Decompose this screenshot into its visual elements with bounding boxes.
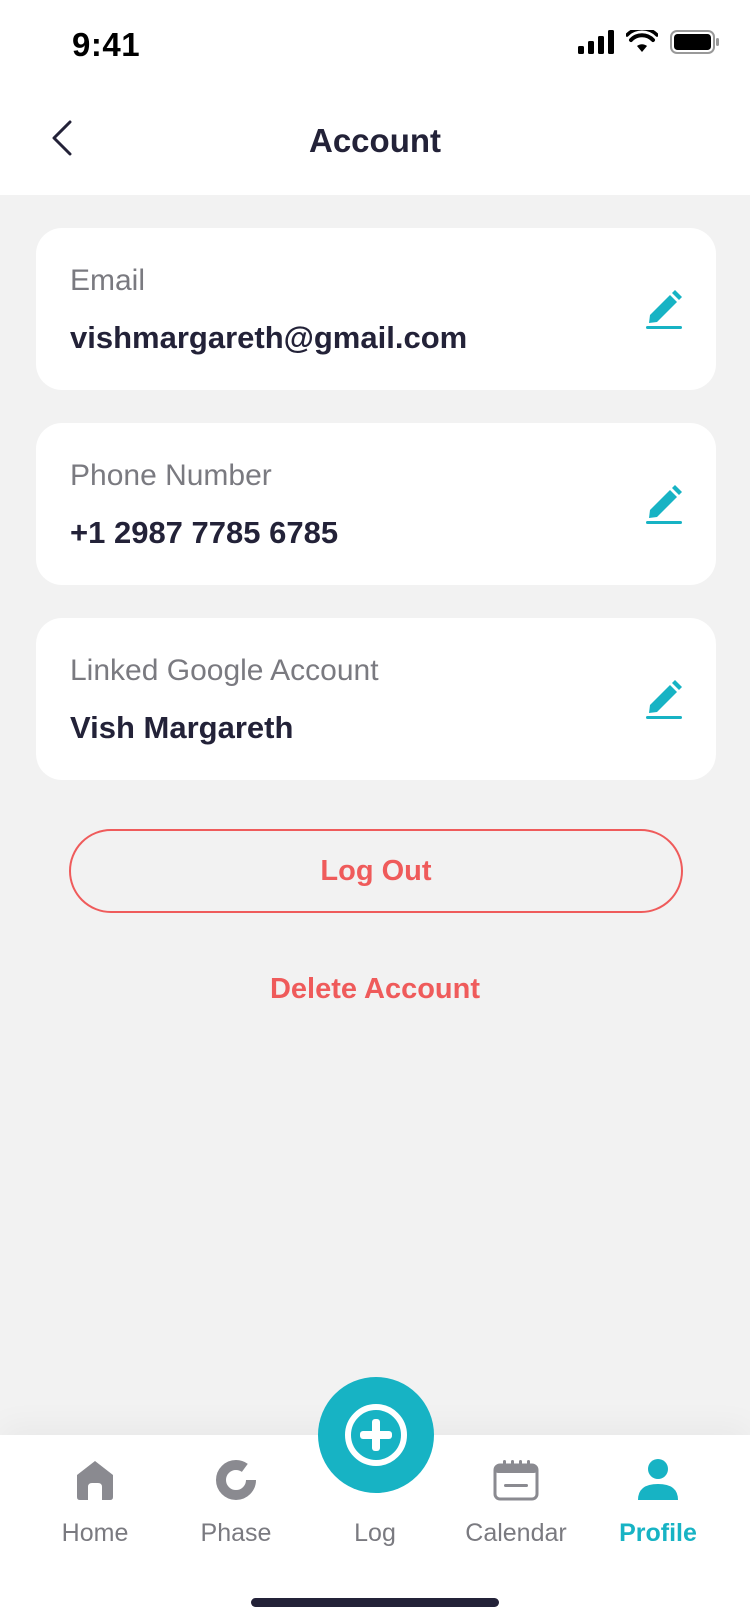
email-label: Email <box>70 264 146 297</box>
edit-email-button[interactable] <box>642 286 686 330</box>
status-bar: 9:41 <box>0 0 750 90</box>
phone-card: Phone Number +1 2987 7785 6785 <box>36 423 716 585</box>
user-icon <box>635 1457 681 1503</box>
edit-phone-button[interactable] <box>642 481 686 525</box>
battery-icon <box>670 30 719 54</box>
add-circle-icon <box>345 1404 407 1466</box>
tab-calendar[interactable]: Calendar <box>446 1457 586 1557</box>
tab-profile-label: Profile <box>619 1519 697 1547</box>
pencil-icon <box>646 485 682 524</box>
google-account-label: Linked Google Account <box>70 654 379 687</box>
home-icon <box>72 1457 118 1503</box>
google-account-card: Linked Google Account Vish Margareth <box>36 618 716 780</box>
home-indicator <box>251 1598 499 1607</box>
tab-home-label: Home <box>61 1519 129 1547</box>
status-time: 9:41 <box>72 26 141 63</box>
wifi-icon <box>626 30 658 52</box>
tab-calendar-label: Calendar <box>465 1519 567 1547</box>
tab-phase-label: Phase <box>200 1519 272 1547</box>
phase-icon <box>213 1457 259 1503</box>
phone-label: Phone Number <box>70 459 272 492</box>
email-value: vishmargareth@gmail.com <box>70 320 468 355</box>
google-account-value: Vish Margareth <box>70 710 294 745</box>
page-title: Account <box>309 122 441 159</box>
nav-header: Account <box>0 90 750 195</box>
phone-value: +1 2987 7785 6785 <box>70 515 339 550</box>
add-log-button[interactable] <box>318 1377 434 1493</box>
tab-profile[interactable]: Profile <box>588 1457 728 1557</box>
tab-phase[interactable]: Phase <box>166 1457 306 1557</box>
delete-account-link[interactable]: Delete Account <box>0 973 750 1006</box>
tab-log-label: Log <box>354 1519 396 1547</box>
calendar-icon <box>493 1457 539 1503</box>
status-icons <box>578 30 720 54</box>
content-area: Email vishmargareth@gmail.com Phone Numb… <box>0 195 750 1435</box>
signal-icon <box>578 30 614 54</box>
pencil-icon <box>646 680 682 719</box>
email-card: Email vishmargareth@gmail.com <box>36 228 716 390</box>
pencil-icon <box>646 290 682 329</box>
tab-home[interactable]: Home <box>25 1457 165 1557</box>
edit-google-account-button[interactable] <box>642 676 686 720</box>
logout-button[interactable]: Log Out <box>69 829 683 913</box>
